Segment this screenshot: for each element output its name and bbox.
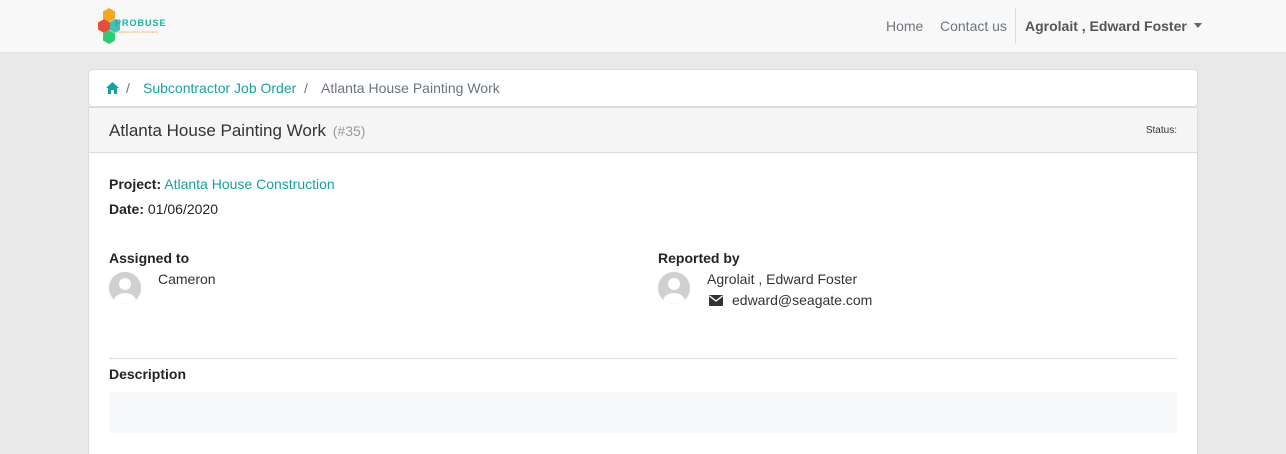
top-navbar: PROBUSE PROFESSIONAL BUSINESS Home Conta… [0,0,1286,53]
project-label: Project: [109,176,162,192]
reporter-name: Agrolait , Edward Foster [707,271,858,287]
date-value: 01/06/2020 [147,201,218,217]
description-content [109,392,1177,433]
user-name: Agrolait , Edward Foster [1025,18,1187,34]
user-avatar-icon [109,272,141,304]
caret-down-icon [1193,23,1202,28]
user-avatar-icon [658,272,690,304]
page-title: Atlanta House Painting Work (#35) [109,121,365,141]
brand-logo[interactable]: PROBUSE PROFESSIONAL BUSINESS [98,6,178,46]
breadcrumb-current: Atlanta House Painting Work [321,80,500,96]
nav-contact-link[interactable]: Contact us [940,18,1007,34]
nav-divider [1015,8,1016,44]
job-order-card: Atlanta House Painting Work (#35) Status… [88,107,1198,454]
nav-home-link[interactable]: Home [886,18,923,34]
date-label: Date: [109,201,145,217]
home-icon[interactable] [106,82,119,94]
description-label: Description [109,366,187,382]
job-reference: (#35) [332,123,366,139]
section-divider [109,358,1177,359]
assigned-to-label: Assigned to [109,250,190,266]
date-field: Date: 01/06/2020 [109,201,218,217]
breadcrumb: / Subcontractor Job Order / Atlanta Hous… [88,69,1198,107]
breadcrumb-separator: / [304,80,308,96]
assignee-name: Cameron [158,271,216,287]
card-header: Atlanta House Painting Work (#35) Status… [89,107,1197,153]
status-label: Status: [1145,125,1177,136]
breadcrumb-job-order-link[interactable]: Subcontractor Job Order [143,80,296,96]
reported-by-label: Reported by [658,250,740,266]
assignee-avatar [109,272,141,304]
reporter-avatar [658,272,690,304]
project-field: Project: Atlanta House Construction [109,176,335,192]
user-menu-dropdown[interactable]: Agrolait , Edward Foster [1025,18,1202,34]
job-title: Atlanta House Painting Work [109,121,327,140]
breadcrumb-separator: / [126,80,130,96]
envelope-icon [709,295,723,306]
project-link[interactable]: Atlanta House Construction [164,176,334,192]
brand-name: PROBUSE [115,18,167,28]
reporter-email[interactable]: edward@seagate.com [732,292,872,308]
brand-tagline: PROFESSIONAL BUSINESS [115,30,159,34]
